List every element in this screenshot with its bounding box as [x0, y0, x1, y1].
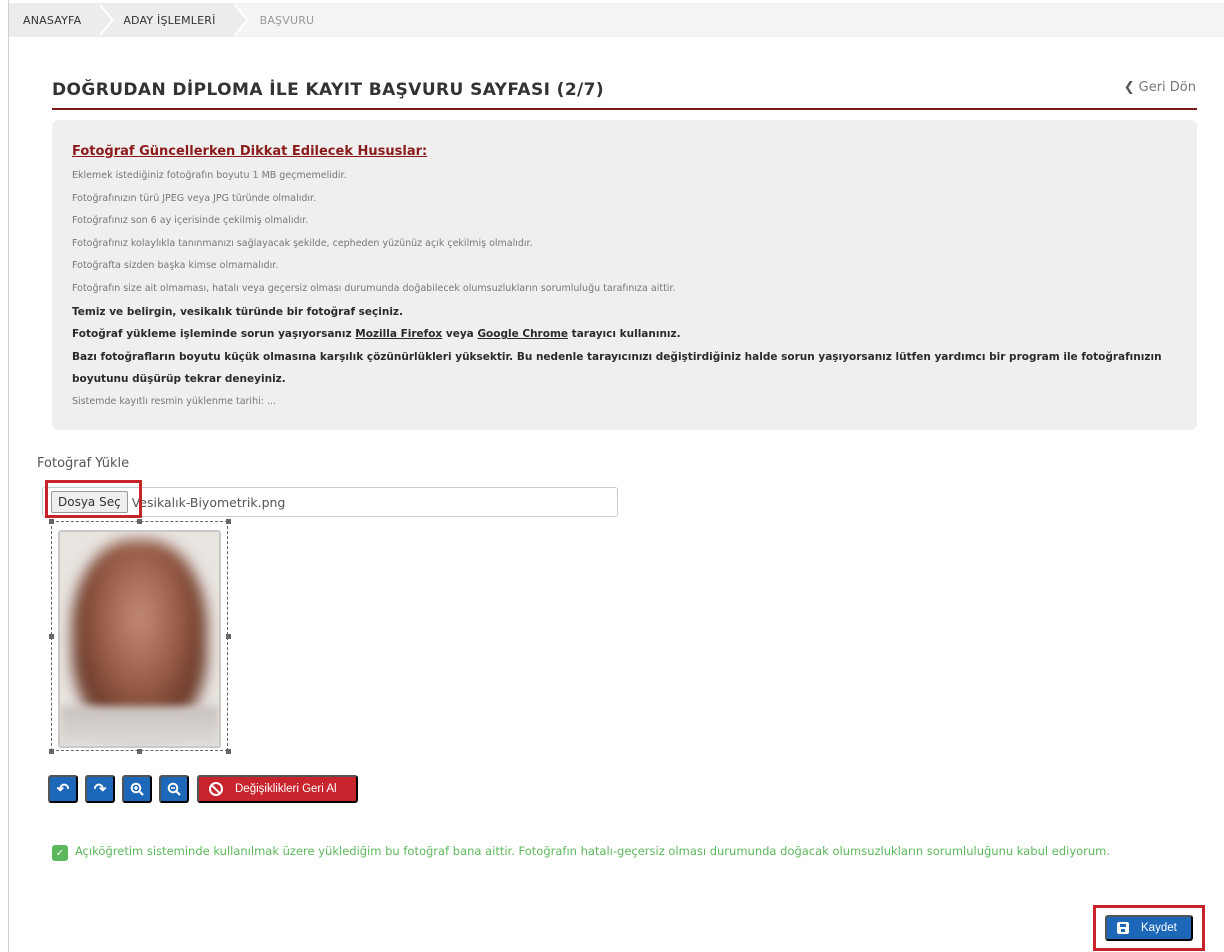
- chrome-link[interactable]: Google Chrome: [477, 328, 568, 340]
- ban-icon: [209, 782, 223, 796]
- crop-handle[interactable]: [226, 519, 231, 524]
- crop-handle[interactable]: [49, 634, 54, 639]
- revert-changes-button[interactable]: Değişiklikleri Geri Al: [197, 775, 358, 803]
- rotate-right-button[interactable]: ↷: [85, 775, 115, 803]
- page-title: DOĞRUDAN DİPLOMA İLE KAYIT BAŞVURU SAYFA…: [52, 80, 605, 100]
- revert-changes-label: Değişiklikleri Geri Al: [235, 783, 337, 795]
- back-link[interactable]: ❮ Geri Dön: [1124, 80, 1196, 95]
- info-browser-line: Fotoğraf yükleme işleminde sorun yaşıyor…: [72, 323, 1177, 346]
- title-divider: [52, 108, 1197, 110]
- rotate-right-icon: ↷: [93, 781, 107, 798]
- save-button[interactable]: Kaydet: [1105, 915, 1193, 941]
- info-browser-suffix: tarayıcı kullanınız.: [568, 328, 681, 341]
- breadcrumb: ANASAYFA ADAY İŞLEMLERİ BAŞVURU: [9, 3, 1224, 37]
- upload-label: Fotoğraf Yükle: [37, 456, 130, 471]
- back-link-label: Geri Dön: [1138, 80, 1196, 95]
- zoom-in-button[interactable]: [122, 775, 152, 803]
- crop-handle[interactable]: [226, 634, 231, 639]
- info-bold-line: Temiz ve belirgin, vesikalık türünde bir…: [72, 305, 404, 318]
- breadcrumb-home[interactable]: ANASAYFA: [9, 3, 115, 37]
- info-box: Fotoğraf Güncellerken Dikkat Edilecek Hu…: [52, 120, 1197, 430]
- zoom-out-button[interactable]: [159, 775, 189, 803]
- info-bold-line: Bazı fotoğrafların boyutu küçük olmasına…: [72, 350, 1162, 363]
- info-line: Fotoğrafınız kolaylıkla tanınmanızı sağl…: [72, 237, 533, 249]
- info-line: Eklemek istediğiniz fotoğrafın boyutu 1 …: [72, 170, 347, 181]
- zoom-out-icon: [167, 782, 181, 796]
- chevron-left-icon: ❮: [1123, 80, 1135, 95]
- crop-handle[interactable]: [49, 749, 54, 754]
- crop-handle[interactable]: [49, 519, 54, 524]
- crop-handle[interactable]: [137, 519, 142, 524]
- photo-preview: [58, 530, 221, 748]
- crop-handle[interactable]: [137, 749, 142, 754]
- info-browser-prefix: Fotoğraf yükleme işleminde sorun yaşıyor…: [72, 328, 356, 341]
- firefox-link[interactable]: Mozilla Firefox: [355, 328, 442, 340]
- highlight-choose-file: [45, 480, 142, 518]
- floppy-disk-icon: [1117, 922, 1129, 934]
- info-line: Fotoğrafınız son 6 ay içerisinde çekilmi…: [72, 215, 309, 227]
- rotate-left-button[interactable]: ↶: [48, 775, 78, 803]
- info-bold-line: boyutunu düşürüp tekrar deneyiniz.: [72, 373, 286, 386]
- rotate-left-icon: ↶: [56, 781, 70, 798]
- file-name: Vesikalık-Biyometrik.png: [131, 494, 286, 510]
- info-line: Fotoğrafta sizden başka kimse olmamalıdı…: [72, 260, 279, 272]
- save-label: Kaydet: [1141, 922, 1177, 934]
- info-line: Fotoğrafın size ait olmaması, hatalı vey…: [72, 282, 676, 294]
- info-title: Fotoğraf Güncellerken Dikkat Edilecek Hu…: [72, 144, 428, 159]
- info-browser-mid: veya: [442, 328, 478, 341]
- upload-date-line: Sistemde kayıtlı resmin yüklenme tarihi:…: [72, 395, 277, 407]
- breadcrumb-candidate-operations[interactable]: ADAY İŞLEMLERİ: [97, 3, 249, 37]
- zoom-in-icon: [130, 782, 144, 796]
- consent-text: Açıköğretim sisteminde kullanılmak üzere…: [75, 844, 1111, 858]
- crop-handle[interactable]: [226, 749, 231, 754]
- photo-shirt: [60, 706, 219, 746]
- info-line: Fotoğrafınızın türü JPEG veya JPG türünd…: [72, 192, 317, 204]
